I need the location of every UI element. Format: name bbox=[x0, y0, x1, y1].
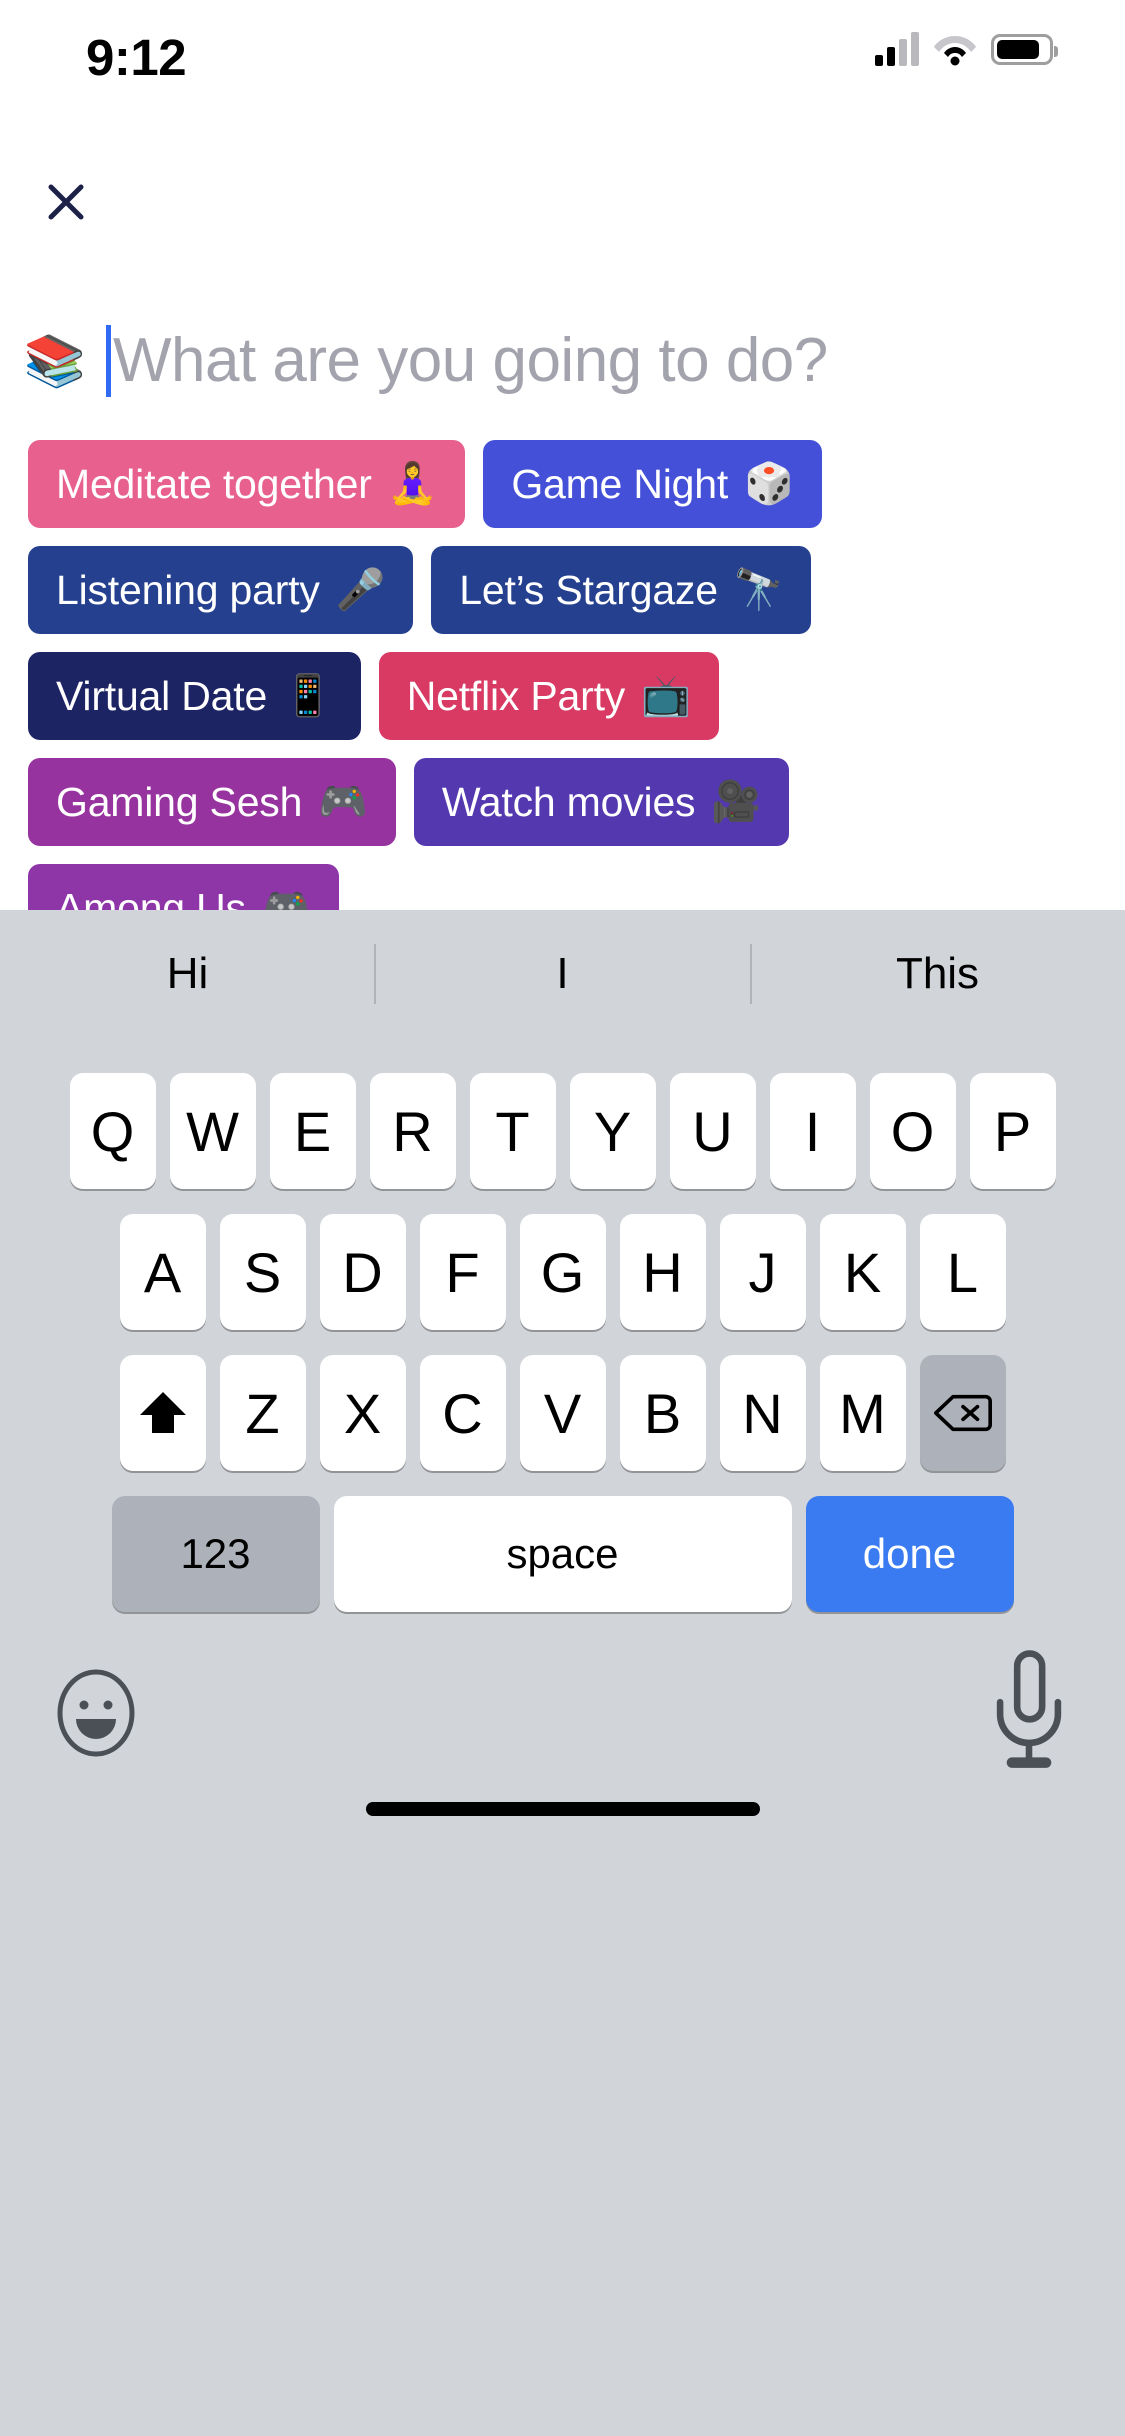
onscreen-keyboard: Hi I This QWERTYUIOP ASDFGHJKL ZXCVBNM 1… bbox=[0, 910, 1125, 2436]
activity-input-row[interactable]: 📚 What are you going to do? bbox=[0, 305, 1125, 417]
key-c[interactable]: C bbox=[419, 1355, 506, 1471]
microphone-icon bbox=[996, 1649, 1062, 1768]
suggestion-chip-label: Listening party bbox=[56, 566, 320, 613]
wifi-icon bbox=[934, 36, 976, 66]
keyboard-bottom-bar bbox=[0, 1612, 1125, 1842]
space-key[interactable]: space bbox=[333, 1496, 792, 1612]
status-bar: 9:12 bbox=[0, 0, 1125, 132]
key-p[interactable]: P bbox=[969, 1073, 1056, 1189]
status-bar-time: 9:12 bbox=[86, 29, 187, 86]
suggestion-chip[interactable]: Meditate together 🧘‍♀️ bbox=[28, 440, 466, 528]
suggestion-chip-list: Meditate together 🧘‍♀️ Game Night 🎲 Listenin… bbox=[28, 440, 1088, 952]
suggestion-chip[interactable]: Let’s Stargaze 🔭 bbox=[431, 546, 812, 634]
suggestion-chip[interactable]: Game Night 🎲 bbox=[483, 440, 822, 528]
battery-icon bbox=[991, 33, 1058, 65]
suggestion-chip-emoji: 📺 bbox=[641, 674, 691, 718]
activity-input-placeholder[interactable]: What are you going to do? bbox=[113, 330, 828, 392]
suggestion-chip-emoji: 🎲 bbox=[744, 462, 794, 506]
key-a[interactable]: A bbox=[119, 1214, 206, 1330]
key-q[interactable]: Q bbox=[69, 1073, 156, 1189]
suggestion-chip-emoji: 🎮 bbox=[318, 780, 368, 824]
suggestion-chip-emoji: 🎤 bbox=[335, 568, 386, 612]
suggestion-chip-label: Meditate together bbox=[56, 460, 372, 507]
suggestion-chip-label: Game Night bbox=[511, 460, 729, 507]
key-j[interactable]: J bbox=[719, 1214, 806, 1330]
key-s[interactable]: S bbox=[219, 1214, 306, 1330]
suggestion-chip-label: Let’s Stargaze bbox=[459, 566, 718, 613]
suggestion-chip[interactable]: Watch movies 🎥 bbox=[413, 758, 789, 846]
key-b[interactable]: B bbox=[619, 1355, 706, 1471]
keyboard-row-1: QWERTYUIOP bbox=[0, 1073, 1125, 1189]
key-u[interactable]: U bbox=[669, 1073, 756, 1189]
suggestion-word-2[interactable]: This bbox=[750, 949, 1125, 999]
key-n[interactable]: N bbox=[719, 1355, 806, 1471]
suggestion-chip-emoji: 🔭 bbox=[733, 568, 784, 612]
shift-key[interactable] bbox=[119, 1355, 206, 1471]
home-indicator bbox=[365, 1802, 760, 1816]
key-m[interactable]: M bbox=[819, 1355, 906, 1471]
key-w[interactable]: W bbox=[169, 1073, 256, 1189]
key-l[interactable]: L bbox=[919, 1214, 1006, 1330]
phone-screen: 9:12 📚 What are you going to do? Meditat… bbox=[0, 0, 1125, 2436]
backspace-delete-icon bbox=[933, 1394, 992, 1432]
key-z[interactable]: Z bbox=[219, 1355, 306, 1471]
keyboard-row-2: ASDFGHJKL bbox=[0, 1214, 1125, 1330]
smiley-face-icon bbox=[57, 1669, 135, 1757]
key-g[interactable]: G bbox=[519, 1214, 606, 1330]
close-icon bbox=[48, 184, 84, 220]
key-t[interactable]: T bbox=[469, 1073, 556, 1189]
suggestion-chip-label: Watch movies bbox=[441, 778, 696, 825]
dictation-button[interactable] bbox=[983, 1649, 1075, 1768]
key-e[interactable]: E bbox=[269, 1073, 356, 1189]
keyboard-suggestion-bar: Hi I This bbox=[0, 910, 1125, 1038]
person-reading-on-books-emoji: 📚 bbox=[23, 333, 87, 389]
suggestion-chip-label: Virtual Date bbox=[56, 672, 268, 719]
suggestion-chip[interactable]: Netflix Party 📺 bbox=[378, 652, 719, 740]
key-h[interactable]: H bbox=[619, 1214, 706, 1330]
signal-bars-icon bbox=[875, 32, 919, 66]
key-k[interactable]: K bbox=[819, 1214, 906, 1330]
keyboard-row-3: ZXCVBNM bbox=[0, 1355, 1125, 1471]
suggestion-chip-emoji: 🎥 bbox=[711, 780, 761, 824]
keyboard-row-4: 123 space done bbox=[0, 1496, 1125, 1612]
backspace-key[interactable] bbox=[919, 1355, 1006, 1471]
close-button[interactable] bbox=[22, 158, 110, 246]
suggestion-chip-emoji: 📱 bbox=[283, 674, 333, 718]
numbers-key[interactable]: 123 bbox=[111, 1496, 320, 1612]
key-i[interactable]: I bbox=[769, 1073, 856, 1189]
suggestion-word-1[interactable]: I bbox=[375, 949, 750, 999]
key-v[interactable]: V bbox=[519, 1355, 606, 1471]
key-r[interactable]: R bbox=[369, 1073, 456, 1189]
key-o[interactable]: O bbox=[869, 1073, 956, 1189]
text-caret bbox=[106, 325, 111, 397]
suggestion-chip[interactable]: Gaming Sesh 🎮 bbox=[28, 758, 396, 846]
key-x[interactable]: X bbox=[319, 1355, 406, 1471]
key-y[interactable]: Y bbox=[569, 1073, 656, 1189]
key-d[interactable]: D bbox=[319, 1214, 406, 1330]
shift-up-arrow-icon bbox=[139, 1392, 186, 1433]
suggestion-chip-label: Netflix Party bbox=[406, 672, 626, 719]
suggestion-word-0[interactable]: Hi bbox=[0, 949, 375, 999]
suggestion-chip[interactable]: Virtual Date 📱 bbox=[28, 652, 361, 740]
suggestion-chip-label: Gaming Sesh bbox=[56, 778, 303, 825]
done-key[interactable]: done bbox=[805, 1496, 1014, 1612]
suggestion-chip[interactable]: Listening party 🎤 bbox=[28, 546, 414, 634]
suggestion-chip-emoji: 🧘‍♀️ bbox=[387, 462, 438, 506]
emoji-keyboard-button[interactable] bbox=[50, 1667, 142, 1759]
status-bar-indicators bbox=[875, 32, 1058, 66]
key-f[interactable]: F bbox=[419, 1214, 506, 1330]
